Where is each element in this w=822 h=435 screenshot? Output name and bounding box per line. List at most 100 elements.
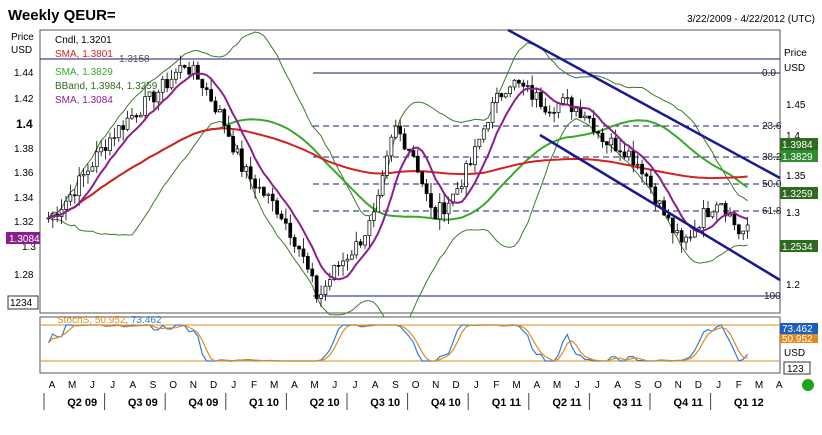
x-month-label: D: [452, 380, 459, 391]
legend-overlap-text: 1.3158: [119, 54, 150, 65]
fib-label: 23.6: [762, 121, 782, 132]
candle-body: [649, 175, 653, 188]
candle-body: [90, 166, 95, 172]
candle-body: [336, 265, 341, 267]
left-axis-label-price: Price: [11, 32, 34, 43]
x-month-label: A: [372, 380, 379, 391]
candle-body: [468, 163, 473, 166]
candle-body: [327, 279, 332, 287]
candle-body: [253, 178, 257, 189]
candle-body: [349, 254, 354, 260]
candle-body: [345, 258, 350, 262]
candle-body: [398, 125, 403, 135]
candle-body: [543, 106, 548, 113]
right-axis-label-usd: USD: [784, 63, 805, 74]
stoch-label-prefix: StochS,: [57, 315, 95, 326]
x-month-label: J: [90, 380, 95, 391]
candle-body: [358, 241, 363, 246]
candle-body: [583, 115, 587, 119]
candle-body: [481, 128, 486, 140]
scale-box-text: 1234: [10, 298, 33, 309]
left-tick: 1.38: [14, 144, 34, 155]
candle-body: [284, 218, 288, 224]
right-flag-text: 1.3984: [782, 140, 813, 151]
x-month-label: F: [736, 380, 742, 391]
x-month-label: M: [68, 380, 76, 391]
candle-body: [697, 227, 702, 230]
x-month-label: J: [332, 380, 337, 391]
candle-body: [464, 163, 469, 188]
candle-body: [169, 78, 174, 89]
candle-body: [371, 211, 376, 221]
candle-body: [420, 171, 425, 185]
candle-body: [666, 214, 671, 219]
candle-body: [675, 230, 680, 234]
candle-body: [314, 275, 319, 299]
x-quarter-label: Q3 11: [613, 397, 642, 409]
fib-label: 61.8: [762, 206, 782, 217]
candle-body: [363, 235, 367, 246]
candle-body: [653, 186, 658, 204]
candle-body: [160, 79, 165, 93]
x-month-label: A: [776, 380, 783, 391]
candle-body: [108, 137, 112, 151]
stoch-unit: USD: [784, 348, 805, 359]
x-month-label: M: [310, 380, 318, 391]
x-month-label: A: [533, 380, 540, 391]
candle-body: [94, 151, 99, 168]
candle-body: [389, 136, 394, 157]
candle-body: [618, 150, 622, 153]
stoch-scale-box-text: 123: [787, 364, 804, 375]
x-month-label: S: [392, 380, 399, 391]
x-month-label: J: [353, 380, 358, 391]
candle-body: [134, 115, 139, 118]
candle-body: [591, 117, 596, 133]
candle-body: [178, 65, 183, 73]
right-tick: 1.35: [786, 171, 806, 182]
candle-body: [627, 150, 631, 158]
left-tick: 1.32: [14, 217, 34, 228]
x-quarter-label: Q3 10: [370, 397, 400, 409]
candle: [433, 205, 438, 220]
x-month-label: O: [412, 380, 420, 391]
x-month-label: N: [432, 380, 439, 391]
right-tick: 1.2: [786, 280, 800, 291]
x-month-label: D: [210, 380, 217, 391]
candle-body: [354, 241, 359, 256]
candle-body: [121, 125, 126, 130]
x-month-label: S: [634, 380, 641, 391]
candle-body: [257, 186, 262, 189]
x-month-label: F: [493, 380, 499, 391]
candle-body: [534, 92, 539, 100]
candle-body: [701, 208, 706, 228]
left-tick: 1.28: [14, 270, 34, 281]
x-axis: A M J J A S O N D J F M A M J J A S O N D J F M A M J J A S O N D J F M A Q2 …: [43, 380, 783, 410]
x-month-label: J: [474, 380, 479, 391]
candle-body: [622, 151, 627, 158]
candle-body: [138, 114, 143, 118]
candle-body: [578, 107, 583, 119]
x-month-label: J: [110, 380, 115, 391]
stoch-flag-2-text: 50.952: [782, 334, 813, 345]
candle-body: [635, 163, 640, 166]
candle-body: [407, 148, 411, 151]
x-quarter-label: Q1 11: [492, 397, 521, 409]
candle-body: [455, 188, 460, 195]
candle-body: [275, 200, 279, 215]
candle-body: [341, 260, 345, 266]
x-month-label: A: [49, 380, 56, 391]
candle-body: [200, 78, 205, 89]
candle-body: [613, 137, 618, 152]
x-quarter-label: Q1 12: [734, 397, 764, 409]
candle-body: [508, 86, 512, 94]
candle-body: [499, 93, 504, 98]
candle-body: [143, 96, 147, 116]
x-quarter-label: Q3 09: [128, 397, 158, 409]
candle-body: [385, 155, 389, 176]
chart-title: Weekly QEUR=: [8, 7, 116, 24]
x-month-label: A: [614, 380, 621, 391]
candle-body: [292, 237, 297, 247]
candle-body: [530, 85, 534, 100]
candle-body: [605, 141, 609, 146]
candle-body: [415, 155, 420, 173]
